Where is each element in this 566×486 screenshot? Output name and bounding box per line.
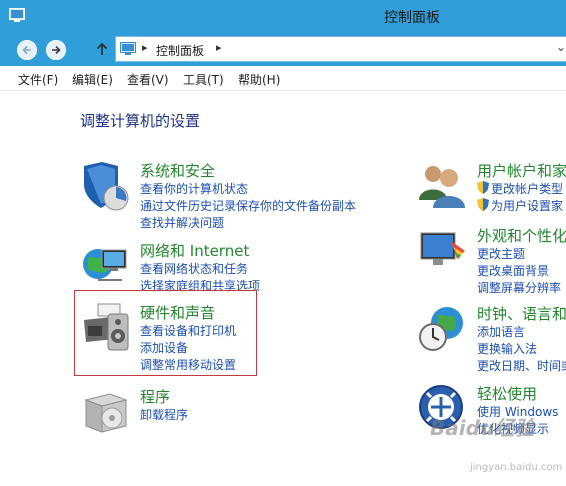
network-globe-icon [83,249,127,281]
watermark: Baidu经验 [430,416,535,440]
highlight-box [74,290,257,376]
clock-globe-icon [419,307,463,351]
uac-shield-icon [477,198,489,211]
menu-file[interactable]: 文件(F) [18,71,58,88]
back-button[interactable] [17,40,37,60]
window-title: 控制面板 [384,10,440,26]
link-change-theme[interactable]: 更改主题 [477,245,525,262]
link-check-computer-status[interactable]: 查看你的计算机状态 [140,180,248,197]
programs-box-icon [84,393,128,433]
up-arrow-icon[interactable] [95,41,109,57]
security-shield-icon [84,162,129,211]
link-change-input-method[interactable]: 更换输入法 [477,340,537,357]
menu-help[interactable]: 帮助(H) [238,71,280,88]
link-uninstall-program[interactable]: 卸载程序 [140,406,188,423]
chevron-down-icon[interactable]: ⌄ [556,40,566,54]
watermark-url: jingyan.baidu.com [470,462,563,473]
breadcrumb-chevron-icon[interactable]: ▸ [216,41,222,54]
category-title-programs[interactable]: 程序 [140,386,170,407]
category-title-clock-language[interactable]: 时钟、语言和 [477,303,566,324]
forward-button[interactable] [46,40,66,60]
breadcrumb-chevron-icon[interactable]: ▸ [142,41,148,54]
category-title-ease-of-access[interactable]: 轻松使用 [477,383,537,404]
link-screen-resolution[interactable]: 调整屏幕分辨率 [477,279,561,296]
link-change-date-time[interactable]: 更改日期、时间或 [477,357,566,374]
category-title-appearance[interactable]: 外观和个性化 [477,225,566,246]
category-title-system-security[interactable]: 系统和安全 [140,160,215,181]
link-change-account-type[interactable]: 更改帐户类型 [491,180,563,197]
address-bar[interactable]: ▸ 控制面板 ▸ ⌄ [115,36,566,62]
category-title-user-accounts[interactable]: 用户帐户和家 [477,160,566,181]
link-network-status[interactable]: 查看网络状态和任务 [140,260,248,277]
link-family-safety[interactable]: 为用户设置家 [491,197,563,214]
control-panel-icon [9,8,25,22]
forward-arrow-icon [52,45,61,55]
category-title-network-internet[interactable]: 网络和 Internet [140,240,249,261]
uac-shield-icon [477,181,489,194]
menu-tools[interactable]: 工具(T) [183,71,224,88]
title-bar: 控制面板 [0,0,566,32]
menu-view[interactable]: 查看(V) [127,71,169,88]
navigation-bar: ▸ 控制面板 ▸ ⌄ [0,32,566,66]
link-change-background[interactable]: 更改桌面背景 [477,262,549,279]
display-paint-icon [420,232,465,265]
page-title: 调整计算机的设置 [80,112,201,130]
menu-bar: 文件(F) 编辑(E) 查看(V) 工具(T) 帮助(H) [0,66,566,91]
link-add-language[interactable]: 添加语言 [477,323,525,340]
user-accounts-icon [419,166,465,208]
back-arrow-icon [22,45,31,55]
link-file-history-backup[interactable]: 通过文件历史记录保存你的文件备份副本 [140,197,356,214]
control-panel-icon [120,42,136,55]
breadcrumb-control-panel[interactable]: 控制面板 [156,42,204,59]
menu-edit[interactable]: 编辑(E) [72,71,113,88]
link-troubleshoot[interactable]: 查找并解决问题 [140,214,224,231]
